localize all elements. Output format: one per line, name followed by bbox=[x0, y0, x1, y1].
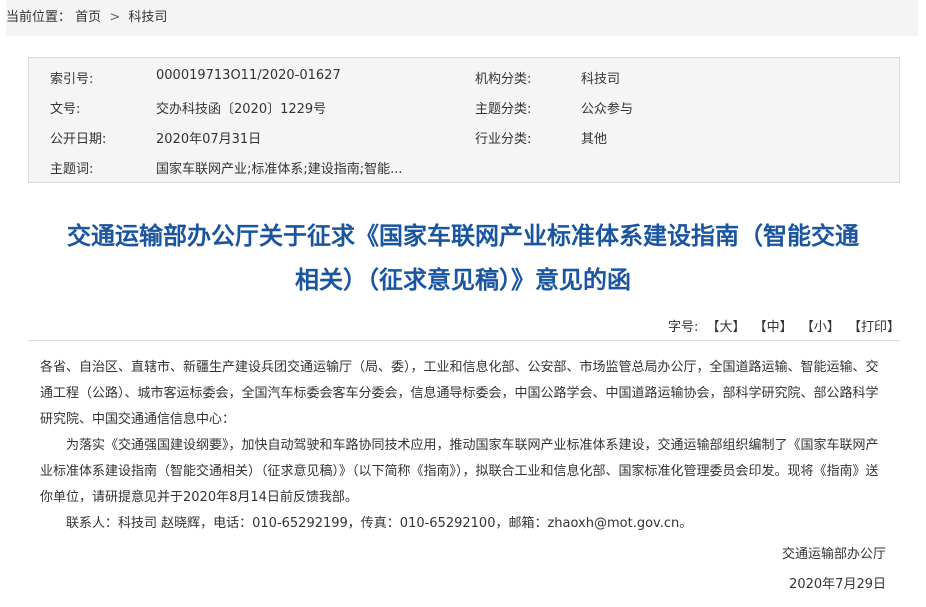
page-title-line-1: 交通运输部办公厅关于征求《国家车联网产业标准体系建设指南（智能交通 bbox=[67, 222, 859, 250]
date-value: 2020年07月31日 bbox=[156, 132, 262, 147]
breadcrumb-label: 当前位置： bbox=[6, 10, 72, 25]
font-size-controls: 字号: 【大】 【中】 【小】 【打印】 bbox=[668, 316, 900, 335]
font-medium-button[interactable]: 【中】 bbox=[754, 320, 793, 335]
doc-no-value: 交办科技函〔2020〕1229号 bbox=[156, 102, 327, 117]
contact-paragraph: 联系人：科技司 赵晓辉，电话：010-65292199，传真：010-65292… bbox=[66, 516, 693, 531]
topic-label: 主题分类: bbox=[475, 102, 532, 117]
font-small-button[interactable]: 【小】 bbox=[801, 320, 840, 335]
main-paragraph: 为落实《交通强国建设纲要》，加快自动驾驶和车路协同技术应用，推动国家车联网产业标… bbox=[40, 438, 879, 505]
addressee-paragraph: 各省、自治区、直辖市、新疆生产建设兵团交通运输厅（局、委），工业和信息化部、公安… bbox=[40, 360, 879, 427]
org-label: 机构分类: bbox=[475, 72, 532, 87]
doc-no-label: 文号: bbox=[50, 102, 81, 117]
date-label: 公开日期: bbox=[50, 132, 107, 147]
index-no-label: 索引号: bbox=[50, 72, 94, 87]
document-body: 各省、自治区、直辖市、新疆生产建设兵团交通运输厅（局、委），工业和信息化部、公安… bbox=[40, 355, 890, 537]
page-title-line-2: 相关）（征求意见稿）》意见的函 bbox=[295, 266, 631, 294]
print-button[interactable]: 【打印】 bbox=[848, 320, 900, 335]
font-size-label: 字号: bbox=[667, 320, 699, 335]
breadcrumb-home-link[interactable]: 首页 bbox=[75, 0, 101, 36]
topic-value: 公众参与 bbox=[581, 102, 634, 117]
signature-block: 交通运输部办公厅 2020年7月29日 bbox=[782, 540, 886, 600]
index-no-value: 000019713O11/2020-01627 bbox=[156, 68, 341, 83]
page-title: 交通运输部办公厅关于征求《国家车联网产业标准体系建设指南（智能交通 相关）（征求… bbox=[20, 214, 906, 302]
font-large-button[interactable]: 【大】 bbox=[707, 320, 746, 335]
breadcrumb: 当前位置： 首页 > 科技司 bbox=[6, 0, 918, 36]
keywords-value: 国家车联网产业;标准体系;建设指南;智能... bbox=[156, 162, 403, 177]
document-metadata-panel: 索引号: 000019713O11/2020-01627 机构分类: 科技司 文… bbox=[28, 57, 900, 183]
breadcrumb-dept-link[interactable]: 科技司 bbox=[128, 0, 167, 36]
signature-date: 2020年7月29日 bbox=[789, 577, 886, 592]
keywords-label: 主题词: bbox=[50, 162, 94, 177]
industry-label: 行业分类: bbox=[475, 132, 532, 147]
breadcrumb-separator: > bbox=[109, 10, 121, 25]
divider bbox=[28, 340, 900, 341]
industry-value: 其他 bbox=[581, 132, 608, 147]
signature-org: 交通运输部办公厅 bbox=[781, 547, 886, 562]
org-value: 科技司 bbox=[581, 72, 621, 87]
